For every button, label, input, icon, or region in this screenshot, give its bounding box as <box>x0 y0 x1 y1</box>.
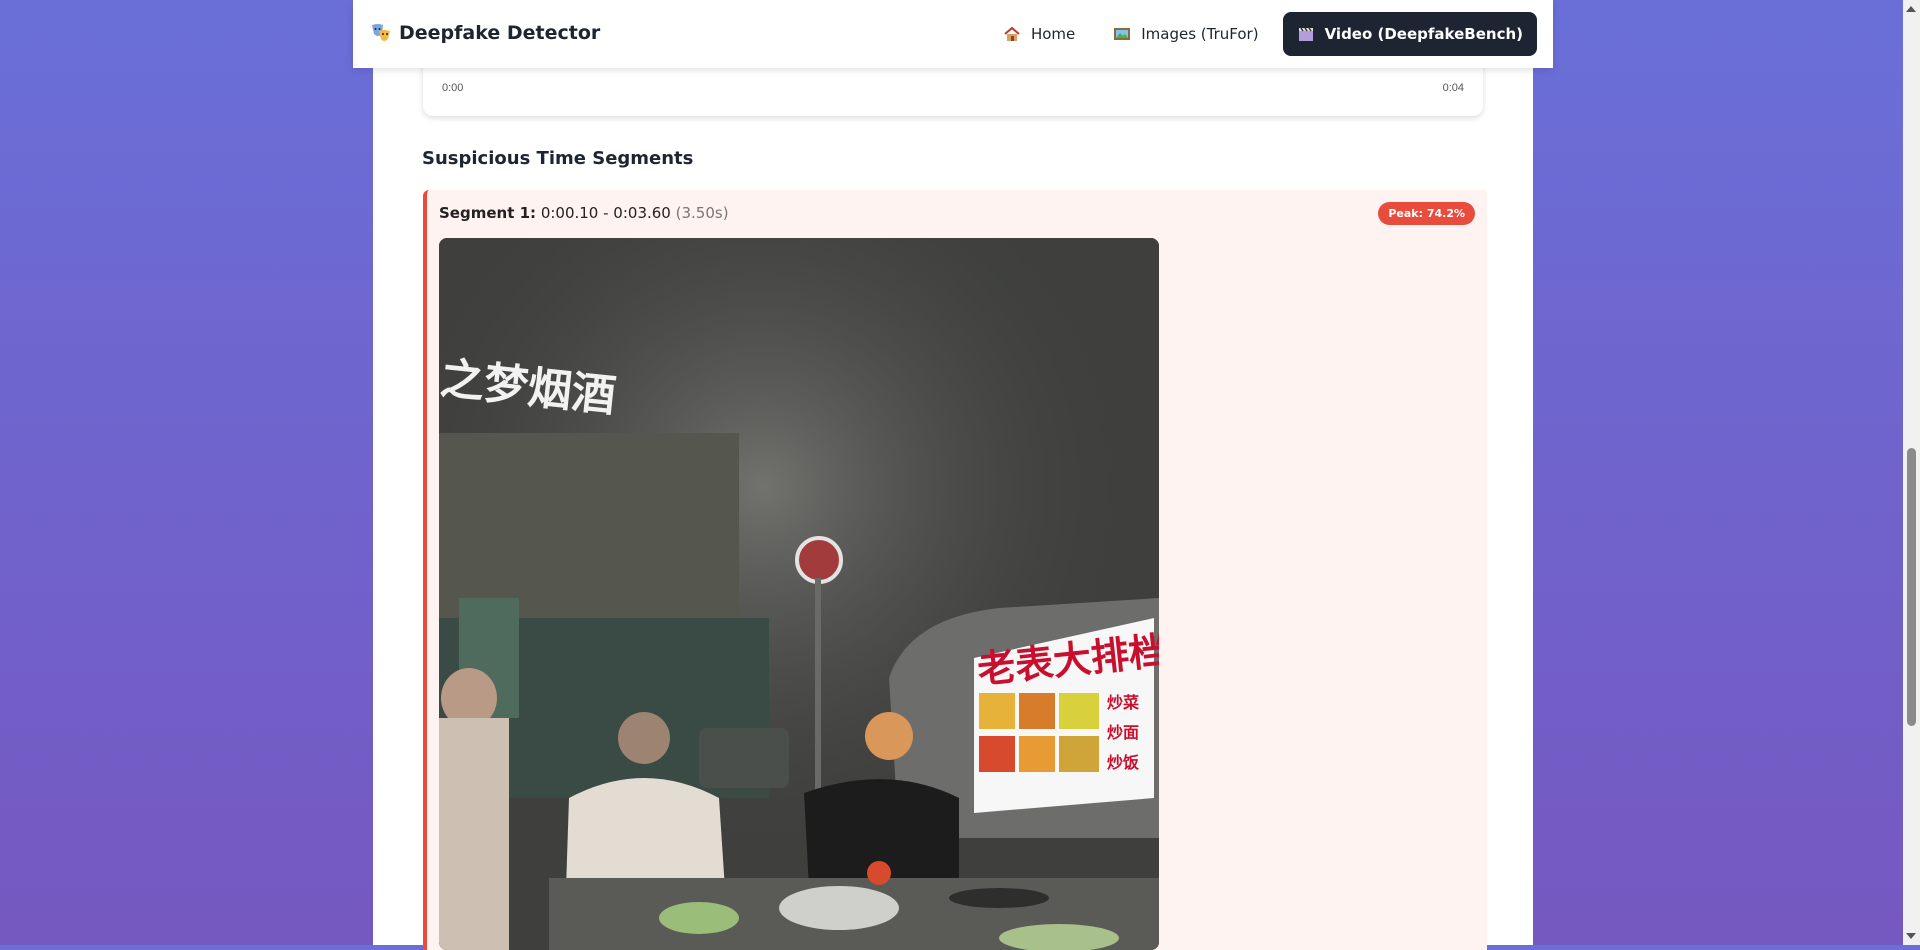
peak-badge: Peak: 74.2% <box>1378 202 1475 225</box>
segment-label: Segment 1: <box>439 204 537 222</box>
frame-menu-2: 炒面 <box>1107 723 1139 742</box>
clapper-board-icon <box>1297 25 1315 43</box>
nav-home[interactable]: Home <box>989 12 1089 56</box>
app-title: Deepfake Detector <box>399 22 601 44</box>
segment-video-frame[interactable]: 之梦烟酒 老表大排档 炒菜 炒面 炒饭 <box>439 238 1159 950</box>
segment-header: Segment 1: 0:00.10 - 0:03.60 (3.50s) <box>439 204 729 222</box>
suspicious-segments-heading: Suspicious Time Segments <box>422 148 694 169</box>
theater-masks-icon <box>371 22 391 44</box>
segment-card: Segment 1: 0:00.10 - 0:03.60 (3.50s) Pea… <box>423 190 1487 950</box>
segment-duration: (3.50s) <box>675 204 729 222</box>
nav-images[interactable]: Images (TruFor) <box>1099 12 1272 56</box>
brand[interactable]: Deepfake Detector <box>371 22 600 44</box>
scroll-thumb[interactable] <box>1907 448 1916 726</box>
timeline-start-label: 0:00 <box>442 82 464 94</box>
nav-video[interactable]: Video (DeepfakeBench) <box>1282 12 1537 56</box>
scroll-down-arrow-icon[interactable] <box>1906 933 1916 939</box>
nav-home-label: Home <box>1030 25 1076 43</box>
house-icon <box>1003 25 1021 43</box>
frame-menu-1: 炒菜 <box>1107 693 1139 712</box>
nav-images-label: Images (TruFor) <box>1141 25 1259 43</box>
timeline-end-label: 0:04 <box>1442 82 1464 94</box>
frame-menu-3: 炒饭 <box>1107 753 1139 772</box>
top-navigation-bar: Deepfake Detector Home Images (TruFor) V… <box>353 0 1553 68</box>
page-scrollbar[interactable] <box>1903 0 1920 945</box>
nav-menu: Home Images (TruFor) Video (DeepfakeBenc… <box>989 12 1537 56</box>
scroll-up-arrow-icon[interactable] <box>1906 6 1916 12</box>
framed-picture-icon <box>1113 25 1131 43</box>
nav-video-label: Video (DeepfakeBench) <box>1324 25 1523 43</box>
segment-range: 0:00.10 - 0:03.60 <box>540 204 671 222</box>
